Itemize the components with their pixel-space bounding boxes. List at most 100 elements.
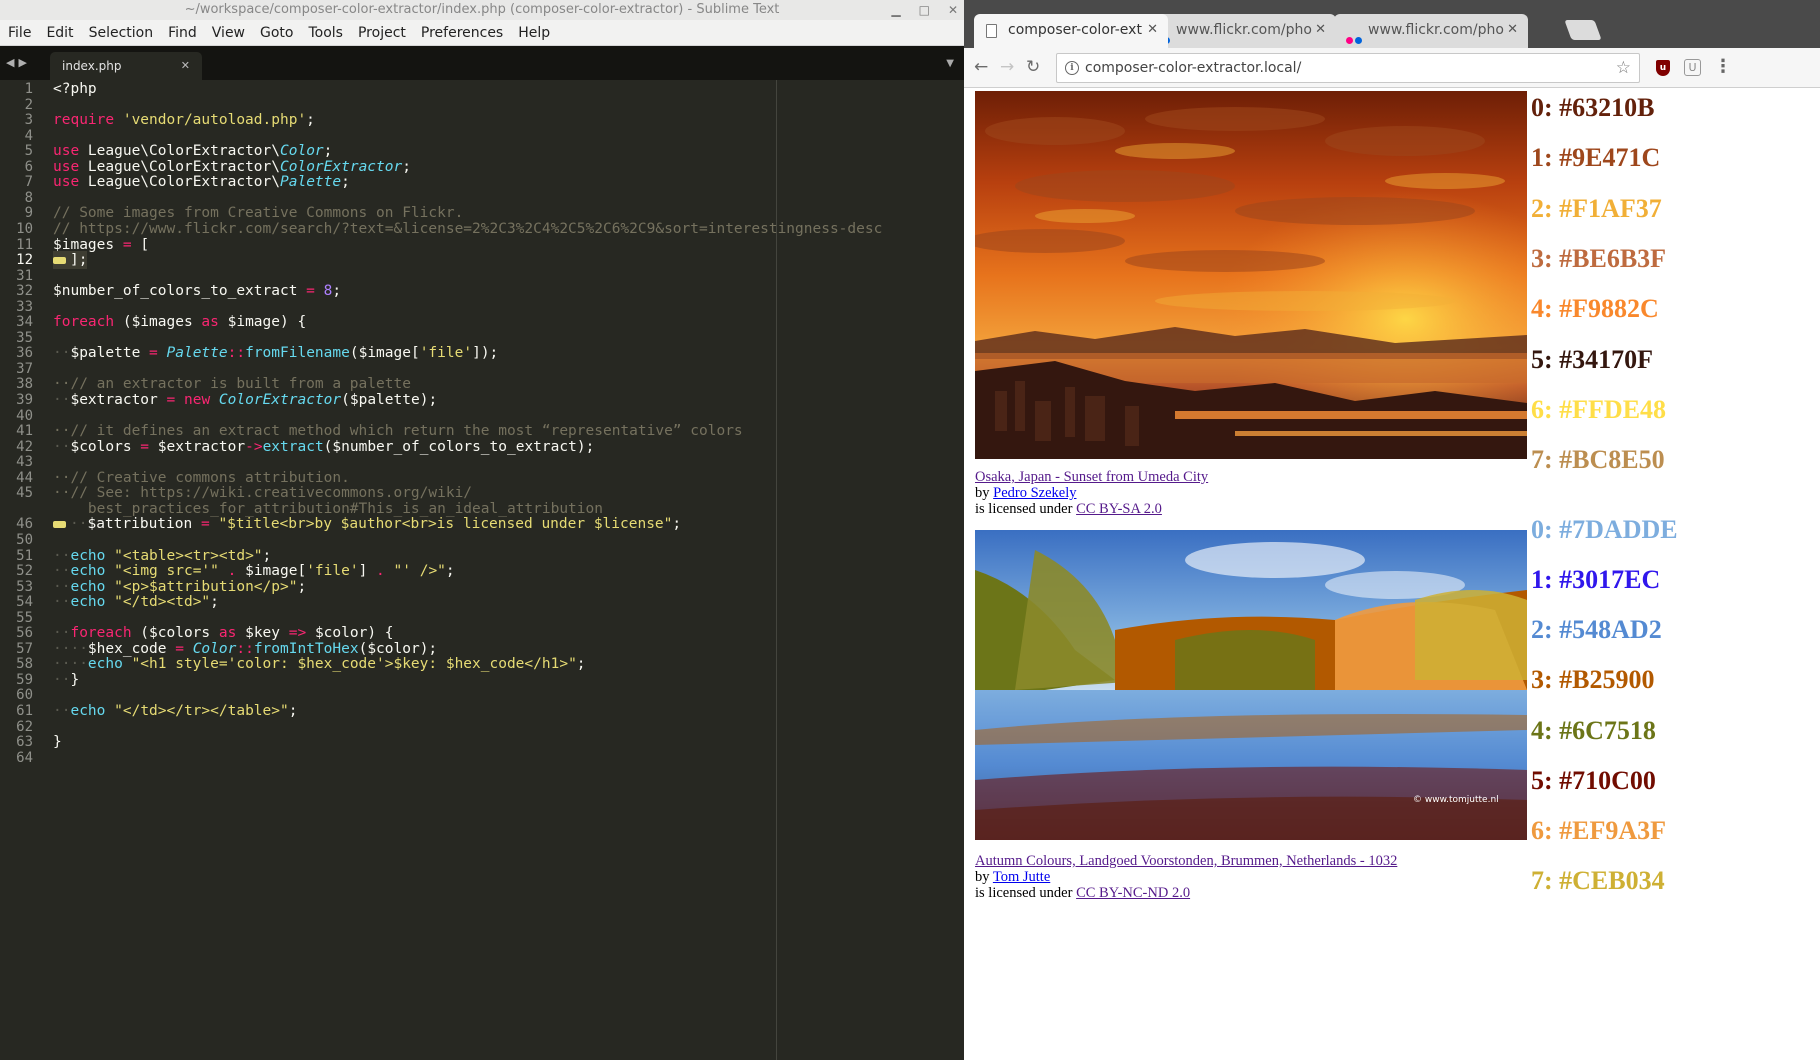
license-link[interactable]: CC BY-SA 2.0 (1076, 501, 1162, 517)
code-line[interactable]: ··echo "</td></tr></table>"; (53, 702, 297, 720)
close-icon[interactable]: ✕ (948, 0, 958, 20)
image-title-link[interactable]: Autumn Colours, Landgoed Voorstonden, Br… (975, 853, 1397, 869)
code-token: as (201, 314, 219, 331)
code-line[interactable]: ··$palette = Palette::fromFilename($imag… (53, 344, 498, 362)
code-line[interactable]: ··} (53, 671, 79, 689)
menu-edit[interactable]: Edit (46, 25, 73, 41)
code-line[interactable]: require 'vendor/autoload.php'; (53, 111, 315, 129)
new-tab-button[interactable] (1564, 20, 1602, 40)
menu-view[interactable]: View (212, 25, 245, 41)
code-token: $extractor (157, 438, 246, 455)
browser-tab-title: composer-color-ext (1008, 22, 1142, 38)
code-token: echo (70, 594, 106, 611)
code-area[interactable]: <?php require 'vendor/autoload.php'; use L… (53, 80, 953, 1060)
sublime-menu-bar: File Edit Selection Find View Goto Tools… (0, 20, 964, 46)
code-token: ; (445, 563, 455, 580)
code-token: ; (576, 656, 586, 673)
browser-tab-2[interactable]: www.flickr.com/pho ✕ (1334, 14, 1528, 48)
maximize-icon[interactable]: □ (919, 0, 930, 20)
browser-tab-title: www.flickr.com/pho (1368, 22, 1504, 38)
code-line[interactable]: $number_of_colors_to_extract = 8; (53, 282, 341, 300)
color-heading-5: 5: #710C00 (1531, 766, 1656, 795)
menu-goto[interactable]: Goto (260, 25, 293, 41)
reload-icon[interactable]: ↻ (1026, 57, 1040, 77)
code-token: = (192, 516, 219, 533)
tab-nav-arrows-icon[interactable]: ◀▶ (6, 56, 31, 69)
menu-project[interactable]: Project (358, 25, 406, 41)
browser-tab-0[interactable]: composer-color-ext ✕ (974, 14, 1168, 48)
line-number: 64 (16, 749, 33, 766)
menu-file[interactable]: File (8, 25, 31, 41)
menu-help[interactable]: Help (518, 25, 550, 41)
code-line[interactable]: ····echo "<h1 style='color: $hex_code'>$… (53, 655, 586, 673)
sublime-tab-bar: ◀▶ index.php ✕ ▼ (0, 46, 964, 80)
bookmark-star-icon[interactable]: ☆ (1616, 54, 1631, 82)
extension-icon[interactable]: U (1684, 59, 1701, 76)
folded-region-icon[interactable] (53, 520, 66, 528)
forward-icon[interactable]: → (1000, 57, 1014, 77)
code-token: $extractor (70, 392, 158, 408)
code-editor[interactable]: 1 2 3 4 5 6 7 8 9 10 11 12 31 32 33 34 35 36 37 38 39 40 41 42 4… (0, 80, 964, 1060)
code-line[interactable]: // https://www.flickr.com/search/?text=&… (53, 220, 882, 238)
chrome-window: composer-color-ext ✕ www.flickr.com/pho … (964, 0, 1820, 1060)
ublock-extension-icon[interactable]: u (1656, 60, 1670, 76)
code-line[interactable]: foreach ($images as $image) { (53, 313, 306, 331)
code-token: Palette (280, 174, 342, 191)
browser-tab-1[interactable]: www.flickr.com/pho ✕ (1142, 14, 1336, 48)
close-tab-icon[interactable]: ✕ (1507, 14, 1518, 46)
menu-preferences[interactable]: Preferences (421, 25, 503, 41)
code-line[interactable]: } (53, 733, 62, 751)
color-heading-6: 6: #FFDE48 (1531, 395, 1667, 424)
menu-selection[interactable]: Selection (89, 25, 154, 41)
code-token: = (131, 438, 158, 455)
menu-find[interactable]: Find (168, 25, 197, 41)
code-token: use (53, 174, 80, 191)
page-icon (986, 24, 997, 38)
license-link[interactable]: CC BY-NC-ND 2.0 (1076, 885, 1190, 901)
close-tab-icon[interactable]: ✕ (181, 52, 190, 80)
autumn-river-photo: © www.tomjutte.nl (975, 530, 1527, 840)
code-line[interactable]: ··$extractor = new ColorExtractor($palet… (53, 391, 437, 409)
code-token: ·· (53, 703, 71, 719)
info-icon[interactable]: i (1065, 61, 1079, 75)
image-title-link[interactable]: Osaka, Japan - Sunset from Umeda City (975, 469, 1208, 485)
page-viewport[interactable]: Osaka, Japan - Sunset from Umeda City by… (964, 88, 1820, 1060)
sublime-title-bar: ~/workspace/composer-color-extractor/ind… (0, 0, 964, 20)
back-icon[interactable]: ← (974, 57, 988, 77)
code-token: ; (341, 174, 350, 191)
code-line[interactable]: ··$colors = $extractor->extract($number_… (53, 438, 594, 456)
close-tab-icon[interactable]: ✕ (1315, 14, 1326, 46)
code-token: = (157, 392, 184, 408)
address-bar[interactable]: i composer-color-extractor.local/ ☆ (1056, 53, 1640, 83)
folded-region-icon[interactable] (53, 256, 66, 264)
author-link[interactable]: Tom Jutte (993, 869, 1050, 885)
minimize-icon[interactable]: ▁ (891, 0, 900, 20)
code-token: ; (297, 578, 307, 595)
code-line[interactable]: ··$attribution = "$title<br>by $author<b… (53, 515, 681, 533)
author-link[interactable]: Pedro Szekely (993, 485, 1076, 501)
code-line[interactable]: use League\ColorExtractor\Palette; (53, 173, 350, 191)
by-prefix: by (975, 869, 993, 885)
browser-tab-title: www.flickr.com/pho (1176, 22, 1312, 38)
code-line[interactable]: ]; (53, 251, 88, 270)
code-line[interactable]: <?php (53, 80, 97, 98)
tab-dropdown-icon[interactable]: ▼ (946, 58, 954, 69)
attribution-paragraph: Autumn Colours, Landgoed Voorstonden, Br… (975, 853, 1535, 901)
code-token: "</td><td>" (114, 594, 211, 611)
browser-menu-icon[interactable]: ⋮ (1714, 56, 1732, 77)
flickr-icon (1346, 24, 1362, 44)
code-token: -> (245, 438, 263, 455)
code-token: require (53, 112, 115, 129)
sublime-text-window: ~/workspace/composer-color-extractor/ind… (0, 0, 964, 1060)
code-token: ; (402, 158, 411, 175)
tab-index-php[interactable]: index.php ✕ (50, 52, 202, 80)
close-tab-icon[interactable]: ✕ (1147, 14, 1158, 46)
code-token: $colors (70, 438, 132, 455)
code-line[interactable]: ··echo "</td><td>"; (53, 593, 219, 611)
code-token: } (53, 734, 62, 751)
menu-tools[interactable]: Tools (308, 25, 343, 41)
color-heading-7: 7: #CEB034 (1531, 866, 1665, 895)
code-token: ·· (53, 345, 71, 362)
code-token: ; (306, 112, 315, 129)
